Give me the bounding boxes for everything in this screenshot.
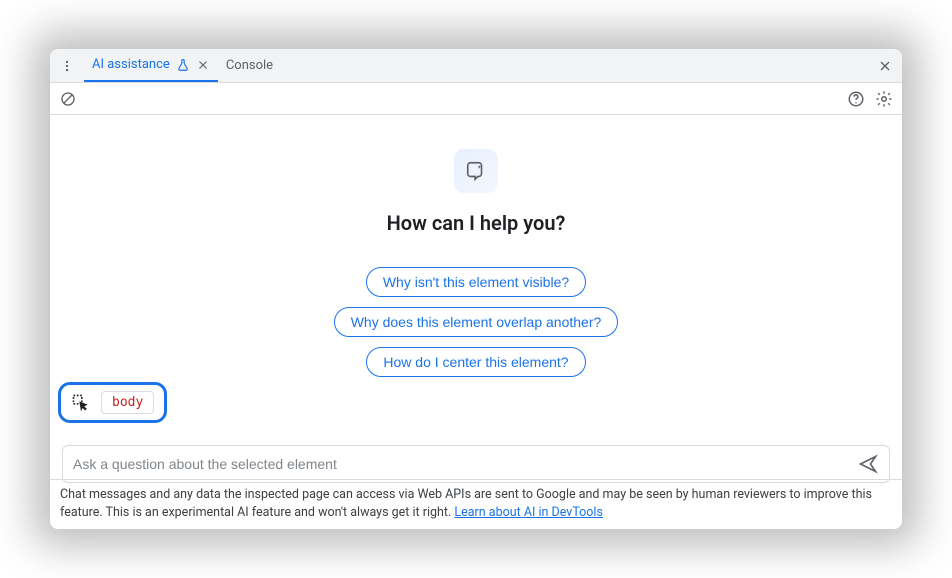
suggestion-chip[interactable]: Why does this element overlap another?	[334, 307, 619, 337]
tab-console[interactable]: Console	[218, 49, 281, 82]
inspect-element-icon[interactable]	[71, 393, 91, 413]
suggestion-chip[interactable]: Why isn't this element visible?	[366, 267, 586, 297]
toolbar	[50, 83, 902, 115]
input-row	[50, 445, 902, 483]
flask-icon	[176, 58, 190, 72]
disclaimer-footer: Chat messages and any data the inspected…	[50, 479, 902, 529]
cancel-icon[interactable]	[56, 87, 80, 111]
chat-input[interactable]	[73, 456, 855, 472]
close-tab-icon[interactable]	[196, 58, 210, 72]
devtools-panel: AI assistance Console How can	[50, 49, 902, 529]
tab-ai-assistance[interactable]: AI assistance	[84, 49, 218, 82]
tab-label: Console	[226, 58, 273, 73]
send-icon[interactable]	[855, 451, 881, 477]
suggestion-chip[interactable]: How do I center this element?	[366, 347, 585, 377]
help-icon[interactable]	[844, 87, 868, 111]
close-panel-icon[interactable]	[874, 55, 896, 77]
element-selector-highlight: body	[58, 382, 167, 423]
welcome-heading: How can I help you?	[387, 211, 566, 235]
more-menu-icon[interactable]	[56, 55, 78, 77]
chat-input-wrap	[62, 445, 890, 483]
learn-more-link[interactable]: Learn about AI in DevTools	[454, 505, 603, 520]
suggestion-list: Why isn't this element visible? Why does…	[334, 267, 619, 377]
tab-label: AI assistance	[92, 57, 170, 72]
ai-sparkle-icon	[454, 149, 498, 193]
gear-icon[interactable]	[872, 87, 896, 111]
main-content: How can I help you? Why isn't this eleme…	[50, 115, 902, 529]
selected-element-tag[interactable]: body	[101, 391, 154, 414]
tab-bar: AI assistance Console	[50, 49, 902, 83]
element-selector-row: body	[50, 382, 167, 423]
